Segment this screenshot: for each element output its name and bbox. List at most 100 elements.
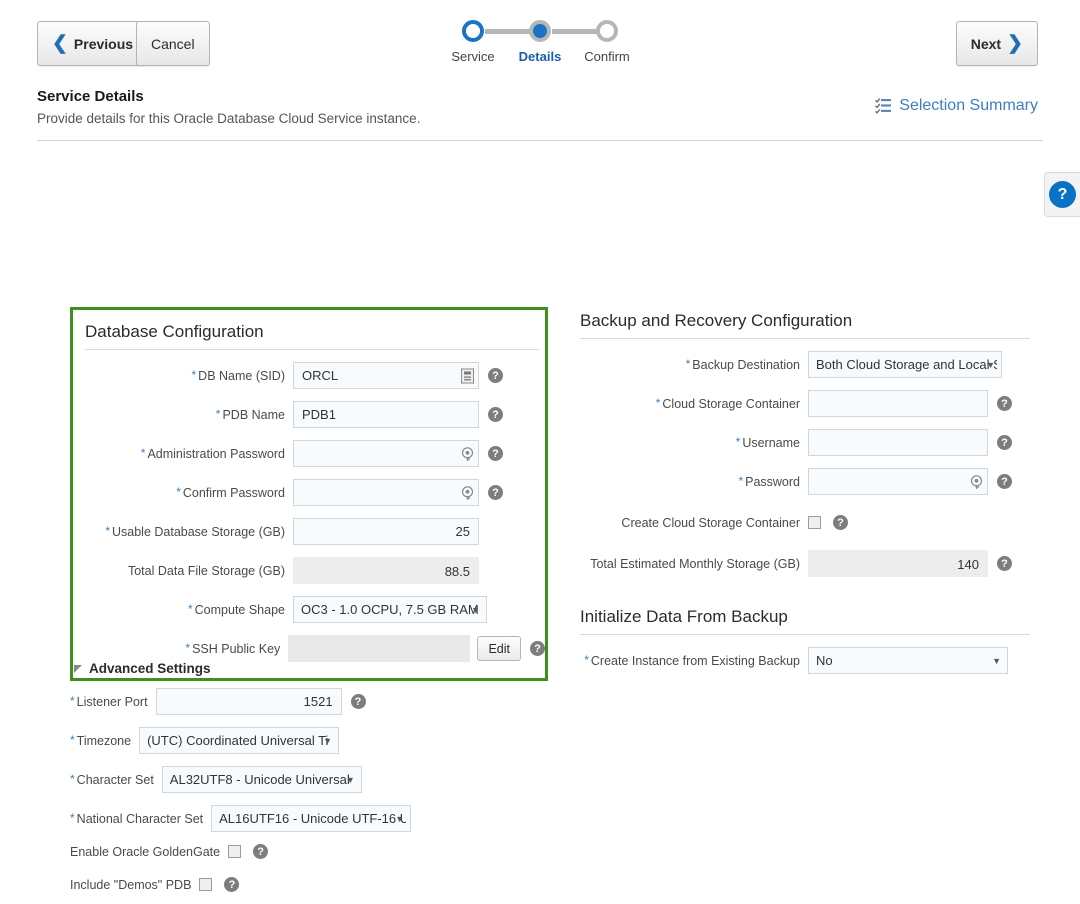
database-configuration-title: Database Configuration xyxy=(85,322,264,341)
required-marker: * xyxy=(140,445,146,460)
field-label-timezone: * Timezone xyxy=(70,734,139,748)
create-instance-from-backup-select[interactable]: No xyxy=(808,647,1008,674)
field-row-confirm-password: * Confirm Password ? xyxy=(81,479,545,506)
step-dot-confirm xyxy=(596,20,618,42)
stepper-step-details[interactable]: Details xyxy=(507,20,574,64)
step-label-service: Service xyxy=(451,49,495,64)
field-label-compute-shape: * Compute Shape xyxy=(81,603,293,617)
field-label-db-name: * DB Name (SID) xyxy=(81,369,293,383)
field-label-total-data-file-storage: Total Data File Storage (GB) xyxy=(81,564,293,578)
field-row-create-instance-from-backup: * Create Instance from Existing Backup No xyxy=(576,647,1036,674)
database-configuration-column: Database Configuration * DB Name (SID) O… xyxy=(70,307,548,681)
field-label-usable-storage: * Usable Database Storage (GB) xyxy=(81,525,293,539)
page-header: Service Details Provide details for this… xyxy=(0,88,1080,126)
help-icon-backup-password[interactable]: ? xyxy=(997,474,1012,489)
national-character-set-select[interactable]: AL16UTF16 - Unicode UTF-16 U xyxy=(211,805,412,832)
required-marker: * xyxy=(187,601,193,616)
create-cloud-storage-container-checkbox[interactable] xyxy=(808,516,821,529)
help-icon-db-name[interactable]: ? xyxy=(488,368,503,383)
label-text: DB Name (SID) xyxy=(198,368,285,383)
selection-summary-link[interactable]: Selection Summary xyxy=(875,97,1038,115)
reveal-password-icon[interactable] xyxy=(459,483,476,502)
ssh-public-key-edit-button[interactable]: Edit xyxy=(477,636,521,661)
label-text: SSH Public Key xyxy=(192,641,281,656)
backup-password-input[interactable] xyxy=(808,468,988,495)
pdb-name-input[interactable] xyxy=(293,401,479,428)
cloud-storage-container-input[interactable] xyxy=(808,390,988,417)
label-text: Compute Shape xyxy=(194,602,285,617)
label-text: Enable Oracle GoldenGate xyxy=(70,844,221,859)
label-text: Administration Password xyxy=(147,446,285,461)
field-row-usable-storage: * Usable Database Storage (GB) xyxy=(81,518,545,545)
include-demos-pdb-checkbox[interactable] xyxy=(199,878,213,891)
required-marker: * xyxy=(70,693,75,708)
admin-password-input[interactable] xyxy=(293,440,479,467)
total-estimated-monthly-storage-value: 140 xyxy=(808,550,988,577)
help-icon-username[interactable]: ? xyxy=(997,435,1012,450)
advanced-settings-section: Advanced Settings *Listener Port ? *Time… xyxy=(70,661,548,904)
required-marker: * xyxy=(685,356,691,371)
help-icon-cloud-storage-container[interactable]: ? xyxy=(997,396,1012,411)
label-text: Cloud Storage Container xyxy=(662,396,800,411)
advanced-settings-title: Advanced Settings xyxy=(89,661,211,676)
label-text: Character Set xyxy=(76,772,154,787)
stepper-connector-2 xyxy=(551,29,597,34)
stepper-step-confirm[interactable]: Confirm xyxy=(574,20,641,64)
timezone-select[interactable]: (UTC) Coordinated Universal Ti xyxy=(139,727,340,754)
backup-destination-select[interactable]: Both Cloud Storage and Local S xyxy=(808,351,1002,378)
help-icon-include-demos-pdb[interactable]: ? xyxy=(224,877,240,892)
help-icon-create-cloud-storage-container[interactable]: ? xyxy=(833,515,848,530)
reveal-password-icon[interactable] xyxy=(459,444,476,463)
required-marker: * xyxy=(584,652,589,667)
field-row-include-demos-pdb: Include "Demos" PDB ? xyxy=(70,877,548,892)
field-row-listener-port: *Listener Port ? xyxy=(70,688,548,715)
database-configuration-highlight: Database Configuration * DB Name (SID) O… xyxy=(70,307,548,681)
help-icon-admin-password[interactable]: ? xyxy=(488,446,503,461)
required-marker: * xyxy=(185,640,191,655)
advanced-settings-header[interactable]: Advanced Settings xyxy=(70,661,548,676)
help-icon-pdb-name[interactable]: ? xyxy=(488,407,503,422)
field-row-character-set: * Character Set AL32UTF8 - Unicode Univer… xyxy=(70,766,548,793)
db-name-input[interactable] xyxy=(293,362,479,389)
label-text: Total Data File Storage (GB) xyxy=(127,563,285,578)
lov-picker-icon[interactable] xyxy=(459,366,476,385)
initialize-backup-title: Initialize Data From Backup xyxy=(580,607,788,626)
step-dot-details xyxy=(529,20,551,42)
help-panel-toggle[interactable]: ? xyxy=(1044,172,1080,217)
enable-goldengate-checkbox[interactable] xyxy=(228,845,242,858)
field-row-pdb-name: *PDB Name ? xyxy=(81,401,545,428)
field-label-create-cloud-storage-container: Create Cloud Storage Container xyxy=(576,516,808,530)
step-label-details: Details xyxy=(518,49,562,64)
field-label-enable-goldengate: Enable Oracle GoldenGate xyxy=(70,845,228,859)
field-label-character-set: * Character Set xyxy=(70,773,162,787)
required-marker: * xyxy=(70,732,75,747)
label-text: Usable Database Storage (GB) xyxy=(111,524,285,539)
wizard-stepper: Service Details Confirm xyxy=(0,20,1080,64)
reveal-password-icon[interactable] xyxy=(968,472,985,491)
label-text: Include "Demos" PDB xyxy=(70,877,192,892)
field-label-ssh-public-key: * SSH Public Key xyxy=(81,642,288,656)
stepper-step-service[interactable]: Service xyxy=(440,20,507,64)
checklist-icon xyxy=(875,98,892,114)
wizard-toolbar: ❮ Previous Cancel Next ❯ Service Details… xyxy=(0,0,1080,88)
help-icon-enable-goldengate[interactable]: ? xyxy=(253,844,269,859)
label-text: Total Estimated Monthly Storage (GB) xyxy=(590,556,800,571)
character-set-select[interactable]: AL32UTF8 - Unicode Universal xyxy=(161,766,362,793)
backup-recovery-column: Backup and Recovery Configuration * Backu… xyxy=(576,307,1036,686)
confirm-password-input[interactable] xyxy=(293,479,479,506)
header-divider xyxy=(37,140,1043,141)
label-text: Listener Port xyxy=(76,694,148,709)
field-label-pdb-name: * PDB Name xyxy=(81,408,293,422)
listener-port-input[interactable] xyxy=(155,688,342,715)
help-icon-total-estimated-monthly-storage[interactable]: ? xyxy=(997,556,1012,571)
help-icon-ssh-public-key[interactable]: ? xyxy=(530,641,545,656)
required-marker: * xyxy=(105,523,110,538)
username-input[interactable] xyxy=(808,429,988,456)
usable-storage-input[interactable] xyxy=(293,518,479,545)
compute-shape-select[interactable]: OC3 - 1.0 OCPU, 7.5 GB RAM xyxy=(293,596,487,623)
label-text: National Character Set xyxy=(76,811,204,826)
help-icon-listener-port[interactable]: ? xyxy=(350,694,366,709)
triangle-expanded-icon xyxy=(74,664,82,673)
help-icon-confirm-password[interactable]: ? xyxy=(488,485,503,500)
field-row-enable-goldengate: Enable Oracle GoldenGate ? xyxy=(70,844,548,859)
